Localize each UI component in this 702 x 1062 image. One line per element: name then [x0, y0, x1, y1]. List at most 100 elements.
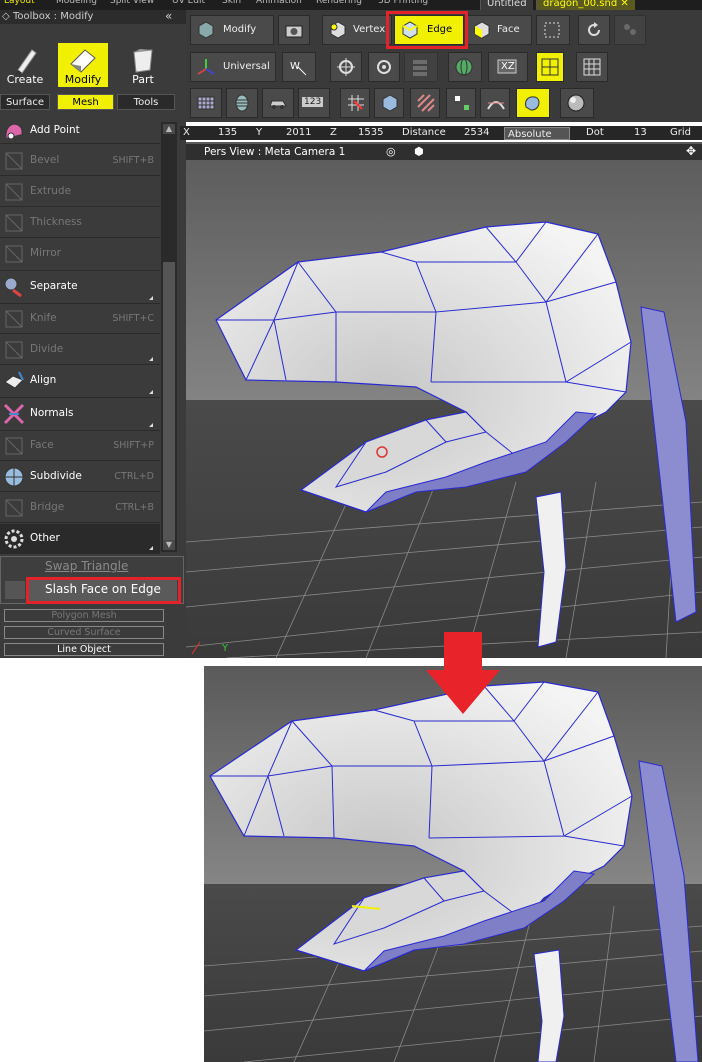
- command-subdivide[interactable]: Subdivide CTRL+D: [0, 462, 160, 492]
- grid-snap-button[interactable]: [536, 52, 564, 82]
- tab-skin[interactable]: Skin: [222, 0, 241, 8]
- modify-button[interactable]: Modify: [58, 43, 108, 87]
- toolbox-scrollbar[interactable]: ▲ ▼: [161, 122, 177, 552]
- world-axis-icon: W: [290, 61, 307, 76]
- rect-select-button[interactable]: [536, 15, 570, 45]
- highlight-slash-face: [26, 577, 181, 604]
- menu-item-marker: [5, 581, 25, 599]
- x-value: 135: [218, 127, 238, 138]
- y-label: Y: [256, 127, 263, 138]
- point-edit-button[interactable]: [446, 88, 476, 118]
- move-view-icon[interactable]: ✥: [686, 144, 696, 158]
- modify-mode-label: Modify: [223, 24, 257, 35]
- other-gear-icon: [4, 529, 24, 549]
- toolbox-menu-icon[interactable]: ◇: [2, 11, 10, 22]
- absolute-mode-dropdown[interactable]: Absolute: [504, 127, 570, 140]
- create-button[interactable]: Create: [0, 43, 50, 87]
- tab-rendering[interactable]: Rendering: [316, 0, 362, 8]
- globe-button[interactable]: [448, 52, 482, 82]
- tab-mesh[interactable]: Mesh: [57, 94, 114, 110]
- app-tab-bar: Layout Modeling Split View UV Edit Skin …: [0, 0, 702, 10]
- grid-button[interactable]: [576, 52, 608, 82]
- rotate-button[interactable]: [578, 15, 610, 45]
- sphere-button[interactable]: [560, 88, 594, 118]
- plane-hatch-button[interactable]: [410, 88, 440, 118]
- vertex-mode-label: Vertex: [353, 24, 386, 35]
- numeric-input-button[interactable]: 123: [298, 88, 330, 118]
- car-button[interactable]: [262, 88, 294, 118]
- vertex-mode-button[interactable]: Vertex: [322, 15, 392, 45]
- perspective-viewport-before[interactable]: [186, 142, 702, 658]
- line-object-button[interactable]: Line Object: [4, 643, 164, 656]
- modify-cube-icon: [198, 21, 214, 39]
- shading-cube-icon[interactable]: ⬢: [414, 145, 424, 158]
- command-label: Mirror: [30, 247, 61, 259]
- sphere-icon: [567, 94, 585, 112]
- snap-center-button[interactable]: [368, 52, 400, 82]
- box-icon: [382, 94, 398, 112]
- create-label: Create: [6, 73, 44, 86]
- command-align[interactable]: Align: [0, 366, 160, 398]
- target-icon: [377, 60, 391, 74]
- tab-surface[interactable]: Surface: [0, 94, 50, 110]
- tab-split-view[interactable]: Split View: [110, 0, 154, 8]
- command-extrude[interactable]: Extrude: [0, 177, 160, 207]
- menu-item-swap-triangle[interactable]: Swap Triangle: [45, 559, 128, 573]
- command-mirror[interactable]: Mirror: [0, 239, 160, 271]
- universal-mode-button[interactable]: Universal: [190, 52, 276, 82]
- tab-layout[interactable]: Layout: [4, 0, 35, 8]
- command-thickness[interactable]: Thickness: [0, 208, 160, 238]
- document-tab-untitled[interactable]: Untitled: [480, 0, 533, 10]
- footprint-button[interactable]: [614, 15, 646, 45]
- world-axis-button[interactable]: W: [282, 52, 316, 82]
- modify-mode-button[interactable]: Modify: [190, 15, 274, 45]
- part-button[interactable]: Part: [118, 43, 168, 87]
- command-bevel[interactable]: Bevel SHIFT+B: [0, 146, 160, 176]
- command-bridge[interactable]: Bridge CTRL+B: [0, 493, 160, 523]
- command-label: Thickness: [30, 216, 82, 228]
- command-other[interactable]: Other: [0, 524, 160, 554]
- scroll-up-icon[interactable]: ▲: [163, 124, 175, 134]
- scroll-down-icon[interactable]: ▼: [163, 540, 175, 550]
- command-label: Normals: [30, 407, 74, 419]
- command-label: Knife: [30, 312, 57, 324]
- select-vertex-button[interactable]: [340, 88, 370, 118]
- lattice-button[interactable]: [190, 88, 222, 118]
- box-button[interactable]: [374, 88, 404, 118]
- grid-snap-icon: [541, 58, 559, 76]
- part-label: Part: [132, 73, 154, 86]
- layers-button[interactable]: [404, 52, 438, 82]
- command-divide[interactable]: Divide: [0, 335, 160, 365]
- face-mode-button[interactable]: Face: [466, 15, 532, 45]
- curve-deform-button[interactable]: [480, 88, 510, 118]
- command-add-point[interactable]: Add Point: [0, 116, 160, 144]
- snap-target-button[interactable]: [330, 52, 362, 82]
- xz-plane-button[interactable]: XZ: [488, 52, 528, 82]
- align-icon: [4, 371, 24, 389]
- tab-uv-edit[interactable]: UV Edit: [172, 0, 205, 8]
- camera-button[interactable]: [278, 15, 310, 45]
- scroll-thumb[interactable]: [163, 262, 175, 542]
- close-icon[interactable]: ✕: [620, 0, 628, 9]
- z-value: 1535: [358, 127, 384, 138]
- curved-surface-button[interactable]: Curved Surface: [4, 626, 164, 639]
- mirror-icon: [5, 245, 23, 263]
- tab-tools[interactable]: Tools: [117, 94, 175, 110]
- polygon-mesh-button[interactable]: Polygon Mesh: [4, 609, 164, 622]
- highlight-edge-button: [386, 11, 468, 49]
- create-pen-icon: [16, 49, 37, 74]
- tab-animation[interactable]: Animation: [256, 0, 302, 8]
- collapse-panel-icon[interactable]: «: [165, 9, 172, 23]
- viewport-title[interactable]: Pers View : Meta Camera 1: [204, 146, 345, 158]
- tab-modeling[interactable]: Modeling: [56, 0, 97, 8]
- sculpt-button[interactable]: [516, 88, 550, 118]
- tab-3d-printing[interactable]: 3D Printing: [378, 0, 428, 8]
- command-knife[interactable]: Knife SHIFT+C: [0, 304, 160, 334]
- document-tab-dragon[interactable]: dragon_00.snd ✕: [536, 0, 635, 10]
- perspective-viewport-after[interactable]: [204, 666, 702, 1062]
- command-separate[interactable]: Separate: [0, 272, 160, 304]
- command-normals[interactable]: Normals: [0, 399, 160, 431]
- spring-button[interactable]: [226, 88, 258, 118]
- camera-target-icon[interactable]: ◎: [386, 145, 396, 158]
- command-face[interactable]: Face SHIFT+P: [0, 431, 160, 461]
